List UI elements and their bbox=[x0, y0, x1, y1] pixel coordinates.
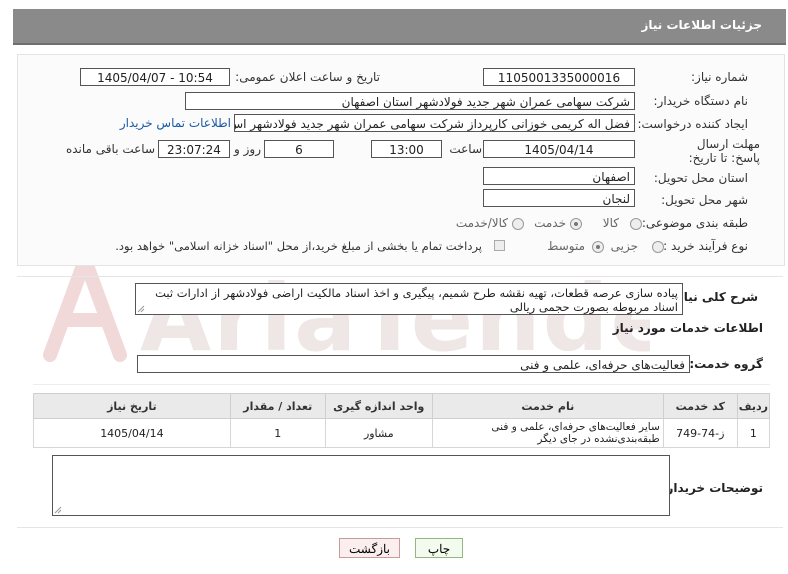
category-option-goods: کالا bbox=[602, 216, 619, 230]
city-field: لنجان bbox=[483, 189, 635, 207]
summary-textbox: پیاده سازی عرصه قطعات، تهیه نقشه طرح شمی… bbox=[135, 283, 683, 315]
category-radio-service[interactable] bbox=[570, 218, 582, 230]
cell-row-number: 1 bbox=[736, 418, 771, 448]
category-label: طبقه بندی موضوعی: bbox=[641, 216, 748, 230]
buyer-org-label: نام دستگاه خریدار: bbox=[653, 94, 749, 108]
table-row: 1 ز-74-749 سایر فعالیت‌های حرفه‌ای، علمی… bbox=[33, 418, 771, 448]
requester-field: فضل اله کریمی خوزانی کارپرداز شرکت سهامی… bbox=[234, 114, 635, 132]
resize-grip-icon[interactable] bbox=[137, 305, 145, 313]
cell-need-date: 1405/04/14 bbox=[33, 418, 231, 448]
col-header-service-name: نام خدمت bbox=[431, 393, 664, 419]
cell-quantity: 1 bbox=[229, 418, 326, 448]
deadline-time-label: ساعت bbox=[449, 142, 482, 156]
header-bar: جزئیات اطلاعات نیاز bbox=[13, 9, 786, 45]
category-radio-goods[interactable] bbox=[630, 218, 642, 230]
resize-grip-icon[interactable] bbox=[54, 506, 62, 514]
services-table: ردیف کد خدمت نام خدمت واحد اندازه گیری ت… bbox=[33, 393, 771, 448]
need-number-field: 1105001335000016 bbox=[483, 68, 635, 86]
back-button[interactable]: بازگشت bbox=[339, 538, 400, 558]
time-remaining-label: ساعت باقی مانده bbox=[65, 142, 155, 156]
treasury-checkbox[interactable] bbox=[494, 240, 505, 251]
col-header-quantity: تعداد / مقدار bbox=[229, 393, 326, 419]
buyer-notes-textbox bbox=[52, 455, 670, 516]
divider bbox=[17, 276, 783, 277]
col-header-unit: واحد اندازه گیری bbox=[324, 393, 433, 419]
process-type-label: نوع فرآیند خرید : bbox=[663, 239, 748, 253]
services-section-title: اطلاعات خدمات مورد نیاز bbox=[612, 321, 763, 335]
process-option-medium: متوسط bbox=[547, 239, 585, 253]
category-radio-goods-service[interactable] bbox=[512, 218, 524, 230]
province-field: اصفهان bbox=[483, 167, 635, 185]
table-header-row: ردیف کد خدمت نام خدمت واحد اندازه گیری ت… bbox=[33, 393, 771, 419]
deadline-label: مهلت ارسال پاسخ: تا تاریخ: bbox=[688, 137, 760, 165]
summary-text: پیاده سازی عرصه قطعات، تهیه نقشه طرح شمی… bbox=[155, 286, 678, 314]
treasury-note: پرداخت تمام یا بخشی از مبلغ خرید،از محل … bbox=[115, 239, 482, 253]
col-header-row-number: ردیف bbox=[736, 393, 771, 419]
days-label: روز و bbox=[234, 142, 261, 156]
table-top-divider bbox=[33, 384, 770, 385]
buyer-org-field: شرکت سهامی عمران شهر جدید فولادشهر استان… bbox=[185, 92, 635, 110]
bottom-divider bbox=[17, 527, 783, 528]
process-radio-minor[interactable] bbox=[652, 241, 664, 253]
announce-datetime-field: 1405/04/07 - 10:54 bbox=[80, 68, 230, 86]
category-option-goods-service: کالا/خدمت bbox=[455, 216, 508, 230]
announce-datetime-label: تاریخ و ساعت اعلان عمومی: bbox=[235, 70, 380, 84]
process-radio-medium[interactable] bbox=[592, 241, 604, 253]
buyer-contact-link[interactable]: اطلاعات تماس خریدار bbox=[120, 116, 231, 130]
service-group-field: فعالیت‌های حرفه‌ای، علمی و فنی bbox=[137, 355, 690, 373]
cell-service-name: سایر فعالیت‌های حرفه‌ای، علمی و فنی طبقه… bbox=[431, 418, 664, 448]
cell-service-code: ز-74-749 bbox=[662, 418, 738, 448]
summary-label: شرح کلی نیاز: bbox=[672, 290, 758, 304]
buyer-notes-label: توضیحات خریدار: bbox=[661, 481, 763, 495]
province-label: استان محل تحویل: bbox=[653, 171, 748, 185]
category-option-service: خدمت bbox=[534, 216, 566, 230]
city-label: شهر محل تحویل: bbox=[661, 193, 748, 207]
process-option-minor: جزیی bbox=[610, 239, 638, 253]
requester-label: ایجاد کننده درخواست: bbox=[637, 117, 748, 131]
col-header-service-code: کد خدمت bbox=[662, 393, 738, 419]
deadline-time-field: 13:00 bbox=[371, 140, 442, 158]
col-header-need-date: تاریخ نیاز bbox=[33, 393, 231, 419]
service-group-label: گروه خدمت: bbox=[689, 357, 763, 371]
need-number-label: شماره نیاز: bbox=[691, 70, 748, 84]
deadline-date-field: 1405/04/14 bbox=[483, 140, 635, 158]
print-button[interactable]: چاپ bbox=[415, 538, 463, 558]
time-remaining-field: 23:07:24 bbox=[158, 140, 230, 158]
page-title: جزئیات اطلاعات نیاز bbox=[641, 18, 762, 32]
days-remaining-field: 6 bbox=[264, 140, 334, 158]
cell-unit: مشاور bbox=[324, 418, 433, 448]
